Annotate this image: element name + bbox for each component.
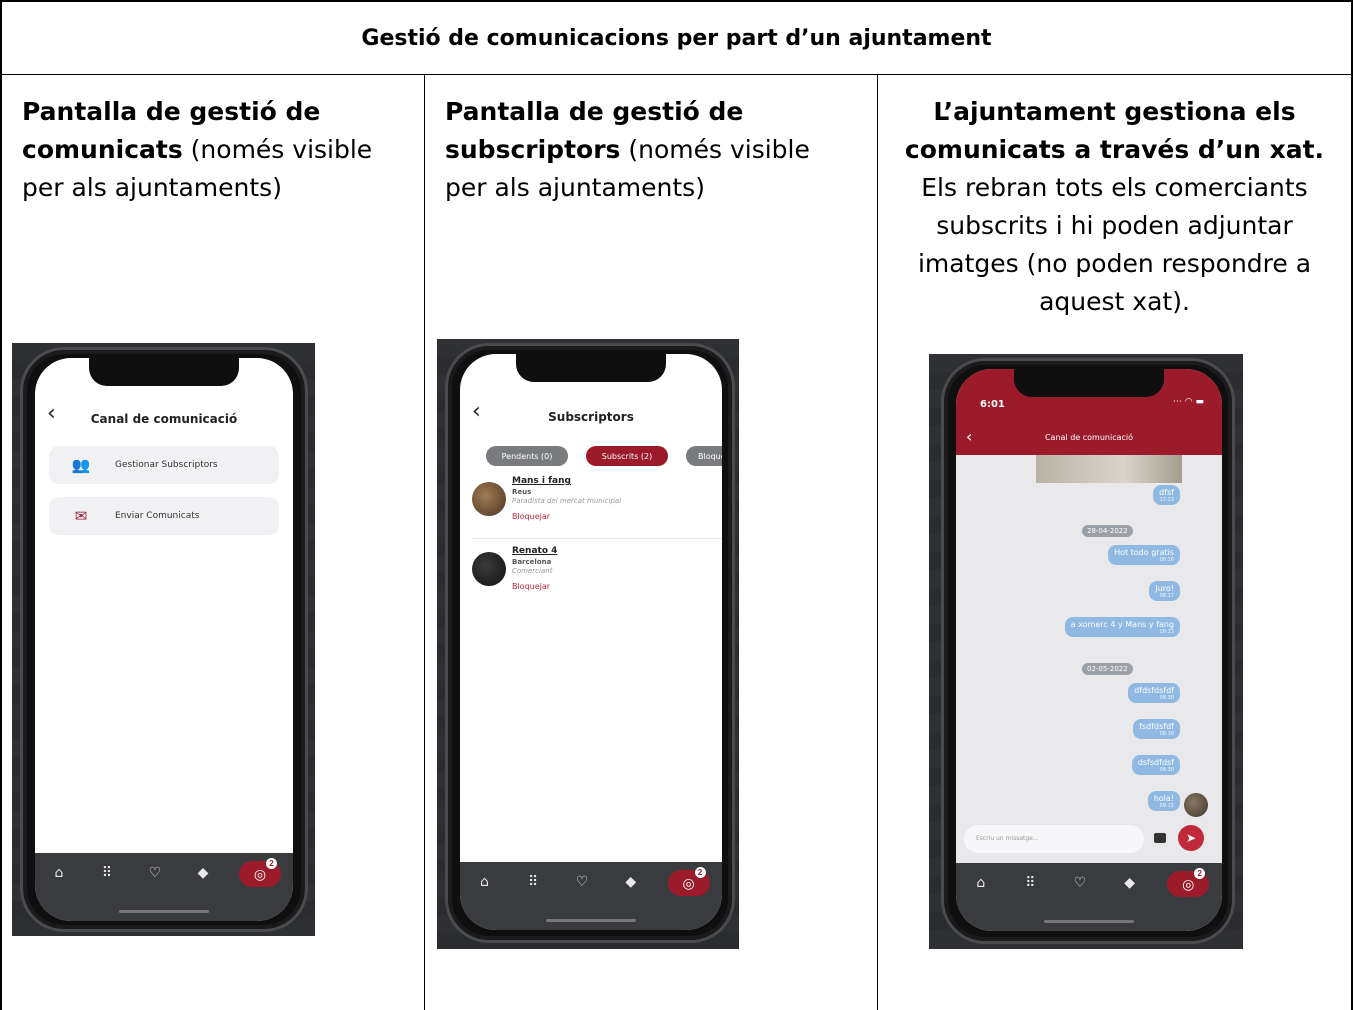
notch: [1014, 369, 1164, 397]
status-time: 6:01: [980, 399, 1005, 410]
notification-badge: 2: [694, 867, 706, 878]
screen-title: Canal de comunicació: [1044, 433, 1134, 442]
profile-nav-button[interactable]: ◎ 2: [667, 867, 710, 896]
divider: [472, 538, 722, 539]
phone-frame: ‹ Canal de comunicació 👥 Gestionar Subsc…: [20, 347, 308, 932]
tag-icon[interactable]: ◆: [619, 874, 643, 892]
notch: [89, 358, 239, 386]
people-icon: 👥: [71, 456, 91, 474]
tab-subscrits[interactable]: Subscrits (2): [586, 446, 668, 466]
table-header: Gestió de comunicacions per part d’un aj…: [0, 0, 1353, 75]
heart-icon[interactable]: ♡: [570, 874, 594, 892]
column-description: L’ajuntament gestiona els comunicats a t…: [904, 97, 1325, 316]
message-bubble: dfdsfdsfdf 08:30: [1128, 683, 1180, 703]
tag-icon[interactable]: ◆: [1118, 875, 1142, 893]
date-separator: 02-05-2022: [1082, 663, 1133, 675]
image-attach-icon[interactable]: [1154, 833, 1166, 843]
phone-frame: ‹ Subscriptors Pendents (0) Subscrits (2…: [445, 343, 735, 943]
block-button[interactable]: Bloquejar: [512, 582, 550, 591]
subscriber-name[interactable]: Renato 4: [512, 546, 557, 556]
envelope-icon: ✉: [74, 507, 88, 525]
screen-title: Canal de comunicació: [90, 412, 238, 426]
subscriber-description: Paradista del mercat municipal: [512, 497, 622, 505]
screen-title: Subscriptors: [548, 410, 634, 424]
notification-badge: 2: [1194, 868, 1206, 879]
phone-screenshot-subscriptors: ‹ Subscriptors Pendents (0) Subscrits (2…: [437, 339, 739, 949]
tab-bloquejats[interactable]: Bloque: [686, 446, 722, 466]
bottom-nav: ⌂ ⠿ ♡ ◆ ◎ 2: [460, 862, 722, 930]
home-indicator: [546, 919, 636, 922]
heart-icon[interactable]: ♡: [1068, 875, 1092, 893]
message-bubble: fsdfdsfdf 08:30: [1133, 719, 1180, 739]
menu-item-gestionar-subscriptors[interactable]: 👥 Gestionar Subscriptors: [49, 446, 279, 484]
tab-pendents[interactable]: Pendents (0): [486, 446, 568, 466]
phone-screenshot-comunicats: ‹ Canal de comunicació 👥 Gestionar Subsc…: [12, 343, 315, 936]
home-icon[interactable]: ⌂: [969, 875, 993, 893]
home-icon[interactable]: ⌂: [47, 865, 71, 883]
grid-icon[interactable]: ⠿: [521, 874, 545, 892]
avatar: [472, 482, 506, 516]
grid-icon[interactable]: ⠿: [1018, 875, 1042, 893]
subscriber-name[interactable]: Mans i fang: [512, 476, 571, 486]
back-chevron-icon[interactable]: ‹: [47, 401, 56, 426]
menu-item-enviar-comunicats[interactable]: ✉ Enviar Comunicats: [49, 497, 279, 535]
phone-screen: ‹ Canal de comunicació 👥 Gestionar Subsc…: [35, 358, 293, 921]
avatar: [472, 552, 506, 586]
subscriber-city: Barcelona: [512, 558, 552, 566]
subscriber-description: Comerciant: [512, 567, 553, 575]
message-bubble: dsfsdfdsf 08:30: [1131, 755, 1180, 775]
message-bubble: Juro! 08:17: [1149, 581, 1180, 601]
menu-item-label: Enviar Comunicats: [115, 511, 200, 521]
message-input[interactable]: Escriu un missatge...: [964, 825, 1144, 853]
profile-nav-button[interactable]: ◎ 2: [1167, 868, 1210, 897]
list-item[interactable]: Mans i fang Reus Paradista del mercat mu…: [472, 476, 722, 536]
table-title: Gestió de comunicacions per part d’un aj…: [361, 25, 992, 51]
menu-item-label: Gestionar Subscriptors: [115, 460, 218, 470]
message-bubble: a xomerc 4 y Mans y fang 08:23: [1064, 617, 1180, 637]
subscriber-city: Reus: [512, 488, 532, 496]
home-indicator: [119, 910, 209, 913]
date-separator: 28-04-2022: [1082, 525, 1133, 537]
home-icon[interactable]: ⌂: [472, 874, 496, 892]
phone-frame: 6:01 ⋯ ◠ ▬ ‹ Canal de comunicació dfsf 17…: [941, 358, 1235, 944]
chat-input-bar: Escriu un missatge... ➤: [956, 819, 1222, 863]
phone-screen: 6:01 ⋯ ◠ ▬ ‹ Canal de comunicació dfsf 17…: [956, 369, 1222, 931]
bottom-nav: ⌂ ⠿ ♡ ◆ ◎ 2: [956, 863, 1222, 931]
block-button[interactable]: Bloquejar: [512, 512, 550, 521]
phone-screen: ‹ Subscriptors Pendents (0) Subscrits (2…: [460, 354, 722, 930]
message-bubble: dfsf 17:13: [1153, 485, 1180, 505]
message-bubble: Hot todo gratis 08:16: [1108, 545, 1180, 565]
send-icon[interactable]: ➤: [1178, 825, 1204, 851]
profile-nav-button[interactable]: ◎ 2: [239, 858, 281, 887]
chat-messages: dfsf 17:13 28-04-2022 Hot todo gratis 08:1…: [956, 455, 1222, 831]
tag-icon[interactable]: ◆: [191, 865, 215, 883]
phone-screenshot-chat: 6:01 ⋯ ◠ ▬ ‹ Canal de comunicació dfsf 17…: [929, 354, 1243, 949]
back-chevron-icon[interactable]: ‹: [472, 399, 481, 424]
column-description: Pantalla de gestió de comunicats (només …: [22, 97, 373, 202]
segment-tabs: Pendents (0) Subscrits (2) Bloque: [460, 446, 722, 466]
notification-badge: 2: [266, 858, 277, 869]
list-item[interactable]: Renato 4 Barcelona Comerciant Bloquejar: [472, 546, 722, 606]
home-indicator: [1044, 920, 1134, 923]
wifi-battery-icon: ⋯ ◠ ▬: [1172, 397, 1204, 407]
column-description: Pantalla de gestió de subscriptors (nomé…: [445, 97, 810, 202]
bottom-nav: ⌂ ⠿ ♡ ◆ ◎ 2: [35, 853, 293, 921]
avatar: [1184, 793, 1208, 817]
notch: [516, 354, 666, 382]
grid-icon[interactable]: ⠿: [95, 865, 119, 883]
message-bubble: hola! 09:15: [1147, 791, 1180, 811]
attached-image: [1036, 455, 1182, 483]
heart-icon[interactable]: ♡: [143, 865, 167, 883]
